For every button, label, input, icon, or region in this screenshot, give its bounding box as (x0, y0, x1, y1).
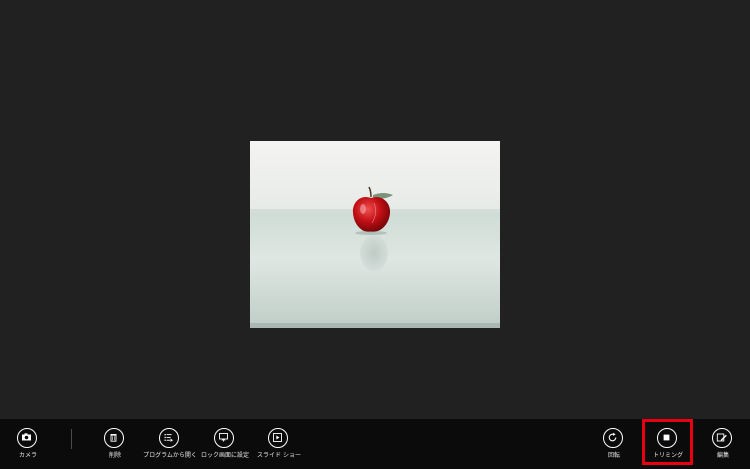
rotate-button[interactable]: 回転 (586, 419, 642, 469)
open-with-button[interactable]: プログラムから開く (142, 419, 198, 469)
open-with-icon (159, 428, 179, 448)
edit-icon (712, 428, 732, 448)
delete-button[interactable]: 削除 (87, 419, 143, 469)
trash-icon (104, 428, 124, 448)
app-bar: カメラ 削除 プログラムから開く ロック画面に設定 スライド ショー 回転 トリ… (0, 419, 750, 469)
crop-button[interactable]: トリミング (640, 419, 696, 469)
edit-label: 編集 (716, 452, 729, 459)
rotate-icon (603, 428, 623, 448)
lock-screen-icon (214, 428, 234, 448)
slideshow-icon (268, 428, 288, 448)
apple-photo[interactable] (250, 141, 500, 328)
lock-screen-button[interactable]: ロック画面に設定 (197, 419, 253, 469)
camera-label: カメラ (18, 452, 37, 459)
apple-photo-image (250, 141, 500, 328)
photo-viewer (0, 0, 750, 419)
edit-button[interactable]: 編集 (695, 419, 750, 469)
appbar-separator (71, 429, 72, 449)
camera-icon (17, 428, 37, 448)
slideshow-label: スライド ショー (257, 452, 301, 459)
crop-icon (657, 428, 677, 448)
photos-app: カメラ 削除 プログラムから開く ロック画面に設定 スライド ショー 回転 トリ… (0, 0, 750, 469)
slideshow-button[interactable]: スライド ショー (251, 419, 307, 469)
camera-button[interactable]: カメラ (0, 419, 56, 469)
